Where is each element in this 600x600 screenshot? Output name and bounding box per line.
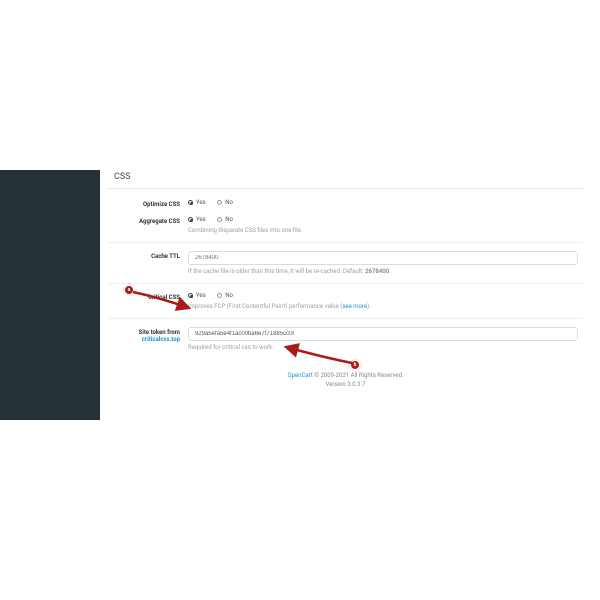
aggregate-no[interactable]: No <box>217 216 233 223</box>
cache-ttl-input[interactable] <box>188 251 578 265</box>
radio-icon <box>188 217 193 222</box>
radio-icon <box>217 200 222 205</box>
optimize-no[interactable]: No <box>217 199 233 206</box>
label-optimize: Optimize CSS <box>108 199 188 208</box>
radio-icon <box>217 293 222 298</box>
token-input[interactable] <box>188 327 578 341</box>
radios-optimize: Yes No <box>188 200 243 207</box>
footer: OpenCart © 2009-2021 All Rights Reserved… <box>108 371 583 389</box>
help-critical: Improves FCP (First Contentful Paint) pe… <box>188 303 583 310</box>
optimize-yes[interactable]: Yes <box>188 199 206 206</box>
help-cache-ttl: If the cache file is older than this tim… <box>188 268 583 275</box>
admin-sidebar <box>0 170 100 420</box>
help-aggregate: Combining disparate CSS files into one f… <box>188 227 583 234</box>
criticalcss-link[interactable]: criticalcss.top <box>142 336 180 343</box>
label-cache-ttl: Cache TTL <box>108 251 188 260</box>
radios-critical: Yes No <box>188 293 243 300</box>
row-aggregate: Aggregate CSS Yes No Combining disparate… <box>108 216 583 234</box>
annotation-arrow-b <box>282 345 356 367</box>
label-token: Site token from criticalcss.top <box>108 327 188 343</box>
radio-icon <box>188 200 193 205</box>
radios-aggregate: Yes No <box>188 217 243 224</box>
version-text: Version 3.0.3.7 <box>108 380 583 389</box>
opencart-link[interactable]: OpenCart <box>287 372 312 379</box>
annotation-arrow-a <box>131 290 196 315</box>
panel-legend: CSS <box>108 170 583 189</box>
row-optimize: Optimize CSS Yes No <box>108 199 583 208</box>
see-more-link[interactable]: see more <box>342 303 367 310</box>
critical-no[interactable]: No <box>217 292 233 299</box>
radio-icon <box>217 217 222 222</box>
label-aggregate: Aggregate CSS <box>108 216 188 225</box>
row-cache-ttl: Cache TTL If the cache file is older tha… <box>108 242 583 275</box>
help-token: Required for critical css to work. <box>188 344 583 351</box>
aggregate-yes[interactable]: Yes <box>188 216 206 223</box>
